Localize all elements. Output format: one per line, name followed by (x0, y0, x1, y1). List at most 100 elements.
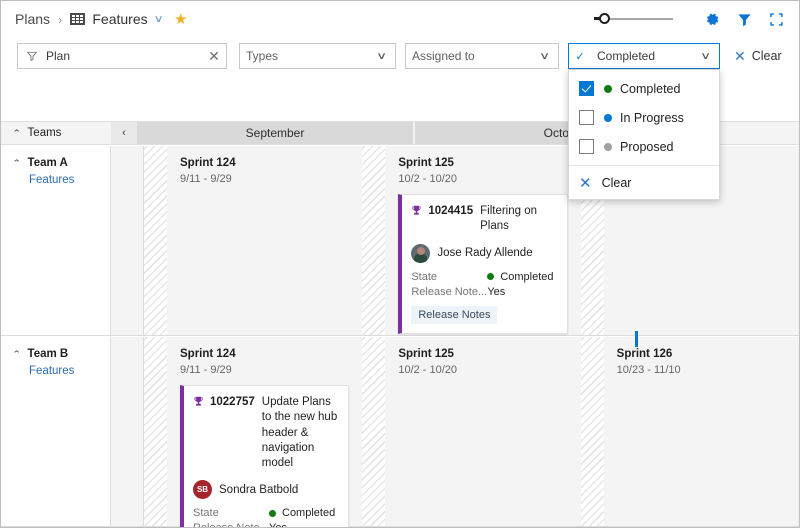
work-item-card[interactable]: 1024415 Filtering on Plans Jose Rady All… (398, 194, 568, 334)
hatched-gap (580, 337, 604, 526)
card-field-value-text: Completed (500, 270, 554, 283)
assignee-row: Jose Rady Allende (411, 243, 556, 263)
hatched-gap (144, 146, 167, 335)
chevron-down-icon: ∨ (539, 50, 551, 62)
gear-icon[interactable] (699, 6, 725, 32)
hatched-gap (144, 337, 167, 526)
trophy-icon (411, 205, 422, 221)
team-column-team-b: ⌃ Team B Features (1, 337, 111, 526)
funnel-icon (26, 50, 38, 62)
sprint-name: Sprint 126 (616, 348, 673, 360)
dropdown-option-label: Proposed (620, 139, 674, 154)
check-icon: ✓ (575, 50, 585, 63)
sprint-cell[interactable]: Sprint 126 10/23 - 11/10 (603, 337, 799, 526)
collapse-panel-button[interactable]: ‹ (111, 122, 137, 144)
sprint-name: Sprint 124 (180, 157, 236, 169)
tag-chip[interactable]: Release Notes (411, 305, 498, 324)
row-gutter (111, 146, 144, 335)
card-field-row: Release Note... Yes (193, 522, 338, 527)
chevron-down-icon[interactable]: ∨ (153, 14, 163, 25)
types-filter-placeholder: Types (246, 49, 279, 63)
team-column-team-a: ⌃ Team A Features (1, 146, 111, 335)
dropdown-option-proposed[interactable]: Proposed (569, 132, 719, 161)
sprint-cell[interactable]: Sprint 124 9/11 - 9/29 (167, 146, 363, 335)
hatched-gap (362, 337, 386, 526)
sprint-name: Sprint 125 (398, 348, 454, 360)
card-fields: State Completed Release Note... Yes (411, 271, 556, 298)
table-row: ⌃ Team B Features Sprint 124 9/11 - 9/29… (1, 337, 799, 527)
avatar (411, 243, 431, 263)
close-icon: ✕ (579, 174, 592, 192)
funnel-icon[interactable] (731, 6, 757, 32)
checkbox-unchecked-icon[interactable] (579, 110, 594, 125)
slider-thumb[interactable] (594, 13, 610, 24)
fullscreen-icon[interactable] (763, 6, 789, 32)
plans-feature-timeline-window: Plans › Features ∨ ★ Plan ✕ Types ∨ Assi… (0, 0, 800, 528)
breadcrumb-plans-link[interactable]: Plans (15, 11, 50, 27)
assigned-to-filter-dropdown[interactable]: Assigned to ∨ (405, 43, 559, 69)
favorite-star-icon[interactable]: ★ (174, 12, 187, 27)
card-field-label: Release Note... (411, 285, 488, 298)
team-name[interactable]: ⌃ Team B (12, 348, 110, 360)
card-field-label: Release Note... (193, 522, 269, 527)
hatched-gap (362, 146, 386, 335)
backlog-level-link[interactable]: Features (29, 365, 110, 377)
checkbox-checked-icon[interactable] (579, 81, 594, 96)
clear-filters-button[interactable]: ✕ Clear (734, 43, 782, 69)
clear-filters-label: Clear (751, 49, 782, 63)
work-item-title: Filtering on Plans (480, 205, 537, 233)
team-name[interactable]: ⌃ Team A (12, 157, 110, 169)
grid-icon (70, 13, 86, 25)
state-filter-dropdown[interactable]: ✓ Completed ∨ (568, 43, 720, 69)
state-filter-value: Completed (597, 49, 656, 63)
chevron-down-icon: ∨ (376, 50, 388, 62)
close-icon[interactable]: ✕ (202, 48, 226, 65)
sprint-cell[interactable]: Sprint 125 10/2 - 10/20 1024415 Filterin… (385, 146, 581, 335)
chevron-up-icon: ⌃ (12, 127, 22, 138)
chevron-up-icon: ⌃ (12, 348, 22, 359)
checkbox-unchecked-icon[interactable] (579, 139, 594, 154)
trophy-icon (193, 396, 204, 412)
dropdown-option-label: Completed (620, 81, 681, 96)
card-field-row: State Completed (193, 507, 338, 519)
avatar: SB (193, 480, 212, 500)
assignee-name: Jose Rady Allende (437, 247, 533, 260)
breadcrumb-current-plan[interactable]: Features (92, 11, 147, 27)
teams-column-header[interactable]: ⌃ Teams (1, 122, 111, 144)
card-field-value: Yes (487, 286, 505, 298)
status-dot-completed (604, 84, 612, 93)
card-field-row: Release Note... Yes (411, 286, 556, 298)
assignee-row: SB Sondra Batbold (193, 480, 338, 500)
status-dot-proposed (604, 142, 612, 151)
backlog-level-link[interactable]: Features (29, 174, 110, 186)
card-field-value-text: Yes (269, 522, 287, 527)
sprint-dates: 9/11 - 9/29 (180, 173, 232, 185)
sprint-cell[interactable]: Sprint 124 9/11 - 9/29 1022757 Update Pl… (167, 337, 363, 527)
sprint-dates: 10/23 - 11/10 (616, 364, 681, 376)
breadcrumb-separator: › (58, 11, 63, 27)
row-gutter (111, 337, 144, 526)
card-title-row: 1022757 Update Plans to the new hub head… (193, 395, 338, 471)
card-field-value-text: Yes (487, 285, 506, 298)
month-header-cell: September (137, 122, 413, 144)
types-filter-dropdown[interactable]: Types ∨ (239, 43, 396, 69)
dropdown-option-label: In Progress (620, 110, 684, 125)
sprint-name: Sprint 124 (180, 348, 236, 360)
assignee-name: Sondra Batbold (219, 483, 299, 496)
card-field-label: State (411, 270, 438, 283)
sprint-cell[interactable]: Sprint 125 10/2 - 10/20 (385, 337, 581, 526)
chevron-up-icon: ⌃ (12, 157, 22, 168)
work-item-title: Update Plans to the new hub header & nav… (261, 396, 338, 470)
dropdown-option-in-progress[interactable]: In Progress (569, 103, 719, 132)
close-icon: ✕ (734, 47, 746, 64)
sprint-dates: 9/11 - 9/29 (180, 364, 232, 376)
plan-filter-field[interactable]: Plan ✕ (17, 43, 227, 69)
work-item-card[interactable]: 1022757 Update Plans to the new hub head… (180, 385, 350, 527)
dropdown-option-completed[interactable]: Completed (569, 74, 719, 103)
team-name-label: Team A (27, 157, 68, 169)
team-name-label: Team B (27, 348, 69, 360)
teams-header-label: Teams (27, 127, 62, 139)
card-field-label: State (193, 507, 219, 520)
zoom-level-slider[interactable] (594, 11, 673, 27)
dropdown-clear-button[interactable]: ✕ Clear (569, 166, 719, 199)
